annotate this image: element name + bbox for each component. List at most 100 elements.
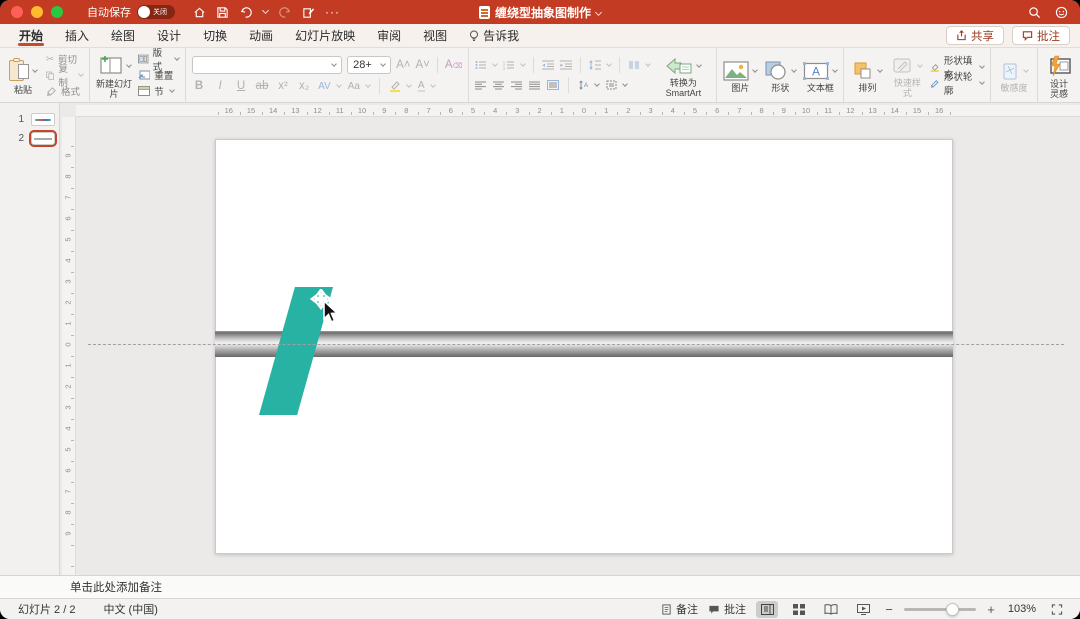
save-icon[interactable] (216, 6, 229, 19)
tab-8[interactable]: 视图 (412, 24, 458, 47)
tab-1[interactable]: 插入 (54, 24, 100, 47)
zoom-slider-thumb[interactable] (946, 602, 959, 616)
bullets-button[interactable] (475, 59, 499, 72)
copy-button[interactable]: 复制 (46, 64, 84, 89)
share-button[interactable]: 共享 (946, 26, 1004, 45)
slide-thumbnail-1[interactable]: 1 (0, 110, 59, 129)
document-title-area[interactable]: 缠绕型抽象图制作 (478, 0, 603, 24)
section-button[interactable]: 节 (138, 85, 179, 98)
feedback-smiley-icon[interactable] (1055, 6, 1068, 19)
new-slide-chevron-icon[interactable] (126, 61, 132, 68)
quick-styles-button[interactable]: 快速样式 (890, 53, 924, 98)
slide-thumbnail-image[interactable] (29, 130, 57, 147)
close-window-button[interactable] (11, 6, 23, 18)
tab-3[interactable]: 设计 (146, 24, 192, 47)
align-center-button[interactable] (493, 81, 505, 90)
search-icon[interactable] (1028, 6, 1041, 19)
increase-font-size-button[interactable]: A˄ (396, 59, 410, 71)
notes-pen-icon[interactable] (302, 6, 315, 19)
tab-9[interactable]: 告诉我 (458, 24, 530, 47)
design-ideas-button[interactable]: 设计灵感 (1044, 52, 1074, 99)
shapes-chevron-icon[interactable] (791, 66, 798, 73)
tab-7[interactable]: 审阅 (366, 24, 412, 47)
font-name-combo[interactable] (192, 56, 343, 74)
zoom-level[interactable]: 103% (1006, 603, 1036, 615)
font-size-combo[interactable]: 28+ (347, 56, 392, 74)
copy-chevron-icon[interactable] (78, 71, 84, 77)
slideshow-view-button[interactable] (852, 601, 874, 618)
subscript-button[interactable]: x₂ (297, 80, 311, 92)
undo-menu-chevron-icon[interactable] (261, 6, 270, 15)
align-right-button[interactable] (511, 81, 523, 90)
normal-view-button[interactable] (756, 600, 778, 618)
comments-button[interactable]: 批注 (1012, 26, 1070, 45)
font-color-button[interactable]: A (417, 80, 436, 93)
new-slide-button[interactable]: 新建幻灯片 (96, 52, 132, 99)
shape-outline-chevron-icon[interactable] (979, 79, 985, 85)
slide-thumbnail-image[interactable] (31, 113, 55, 126)
language-indicator[interactable]: 中文 (中国) (103, 601, 157, 617)
shape-fill-chevron-icon[interactable] (979, 63, 985, 69)
zoom-in-button[interactable]: + (986, 602, 996, 617)
strikethrough-button[interactable]: ab (255, 80, 269, 92)
line-spacing-button[interactable] (589, 59, 613, 72)
highlight-button[interactable] (389, 80, 412, 93)
tab-2[interactable]: 绘图 (100, 24, 146, 47)
shape-outline-button[interactable]: 形状轮廓 (930, 72, 985, 97)
slide-sorter-view-button[interactable] (788, 601, 810, 618)
character-spacing-button[interactable]: AV (318, 80, 342, 93)
increase-indent-button[interactable] (560, 60, 573, 70)
sensitivity-chevron-icon[interactable] (1023, 66, 1029, 73)
columns-button[interactable] (628, 59, 652, 72)
bold-button[interactable]: B (192, 80, 206, 92)
textbox-chevron-icon[interactable] (832, 66, 839, 73)
zoom-out-button[interactable]: − (884, 602, 894, 617)
paste-chevron-icon[interactable] (32, 66, 38, 73)
distribute-text-button[interactable] (547, 80, 560, 90)
quick-styles-chevron-icon[interactable] (917, 61, 924, 68)
tab-0[interactable]: 开始 (8, 24, 54, 47)
minimize-window-button[interactable] (31, 6, 43, 18)
picture-button[interactable]: 图片 (723, 58, 759, 93)
justify-button[interactable] (529, 81, 541, 90)
reset-button[interactable]: 重置 (138, 69, 179, 82)
home-icon[interactable] (193, 6, 206, 19)
decrease-indent-button[interactable] (542, 60, 555, 70)
editing-canvas[interactable]: 16 15 14 13 12 11 10 9 8 7 6 5 4 3 2 1 0 1 2 3 4 5 6 7 8 9 10 11 12 1… (60, 103, 1080, 575)
comments-toggle-button[interactable]: 批注 (708, 601, 746, 617)
notes-pane[interactable]: 单击此处添加备注 (0, 575, 1080, 598)
layout-button[interactable]: 版式 (138, 48, 180, 73)
format-painter-button[interactable]: 格式 (46, 85, 83, 98)
undo-icon[interactable] (239, 6, 253, 19)
change-case-button[interactable]: Aa (348, 80, 371, 93)
sensitivity-button[interactable]: 敏感度 (997, 58, 1031, 93)
shapes-button[interactable]: 形状 (763, 58, 798, 93)
zoom-slider[interactable] (904, 602, 976, 616)
picture-chevron-icon[interactable] (752, 66, 759, 73)
paste-button[interactable]: 粘贴 (6, 56, 40, 95)
autosave-toggle[interactable]: 关闭 (137, 5, 175, 19)
clear-formatting-button[interactable]: A⌫ (445, 59, 463, 71)
italic-button[interactable]: I (213, 80, 227, 92)
arrange-button[interactable]: 排列 (850, 58, 884, 93)
textbox-button[interactable]: A 文本框 (803, 58, 839, 93)
reading-view-button[interactable] (820, 601, 842, 618)
tab-5[interactable]: 动画 (238, 24, 284, 47)
section-chevron-icon[interactable] (168, 87, 175, 93)
decrease-font-size-button[interactable]: A˅ (415, 59, 429, 71)
layout-chevron-icon[interactable] (174, 55, 180, 61)
superscript-button[interactable]: x² (276, 80, 290, 92)
smartart-chevron-icon[interactable] (696, 61, 703, 68)
more-commands-button[interactable]: ··· (325, 5, 340, 19)
fit-to-window-button[interactable] (1046, 601, 1068, 618)
convert-smartart-button[interactable]: 转换为SmartArt (656, 53, 710, 98)
arrange-chevron-icon[interactable] (877, 66, 884, 73)
tab-6[interactable]: 幻灯片放映 (284, 24, 366, 47)
tab-4[interactable]: 切换 (192, 24, 238, 47)
align-left-button[interactable] (475, 81, 487, 90)
numbering-button[interactable]: 123 (503, 59, 527, 72)
text-direction-button[interactable]: A (578, 79, 601, 92)
underline-button[interactable]: U (234, 80, 248, 92)
zoom-window-button[interactable] (51, 6, 63, 18)
align-text-button[interactable] (606, 79, 629, 92)
